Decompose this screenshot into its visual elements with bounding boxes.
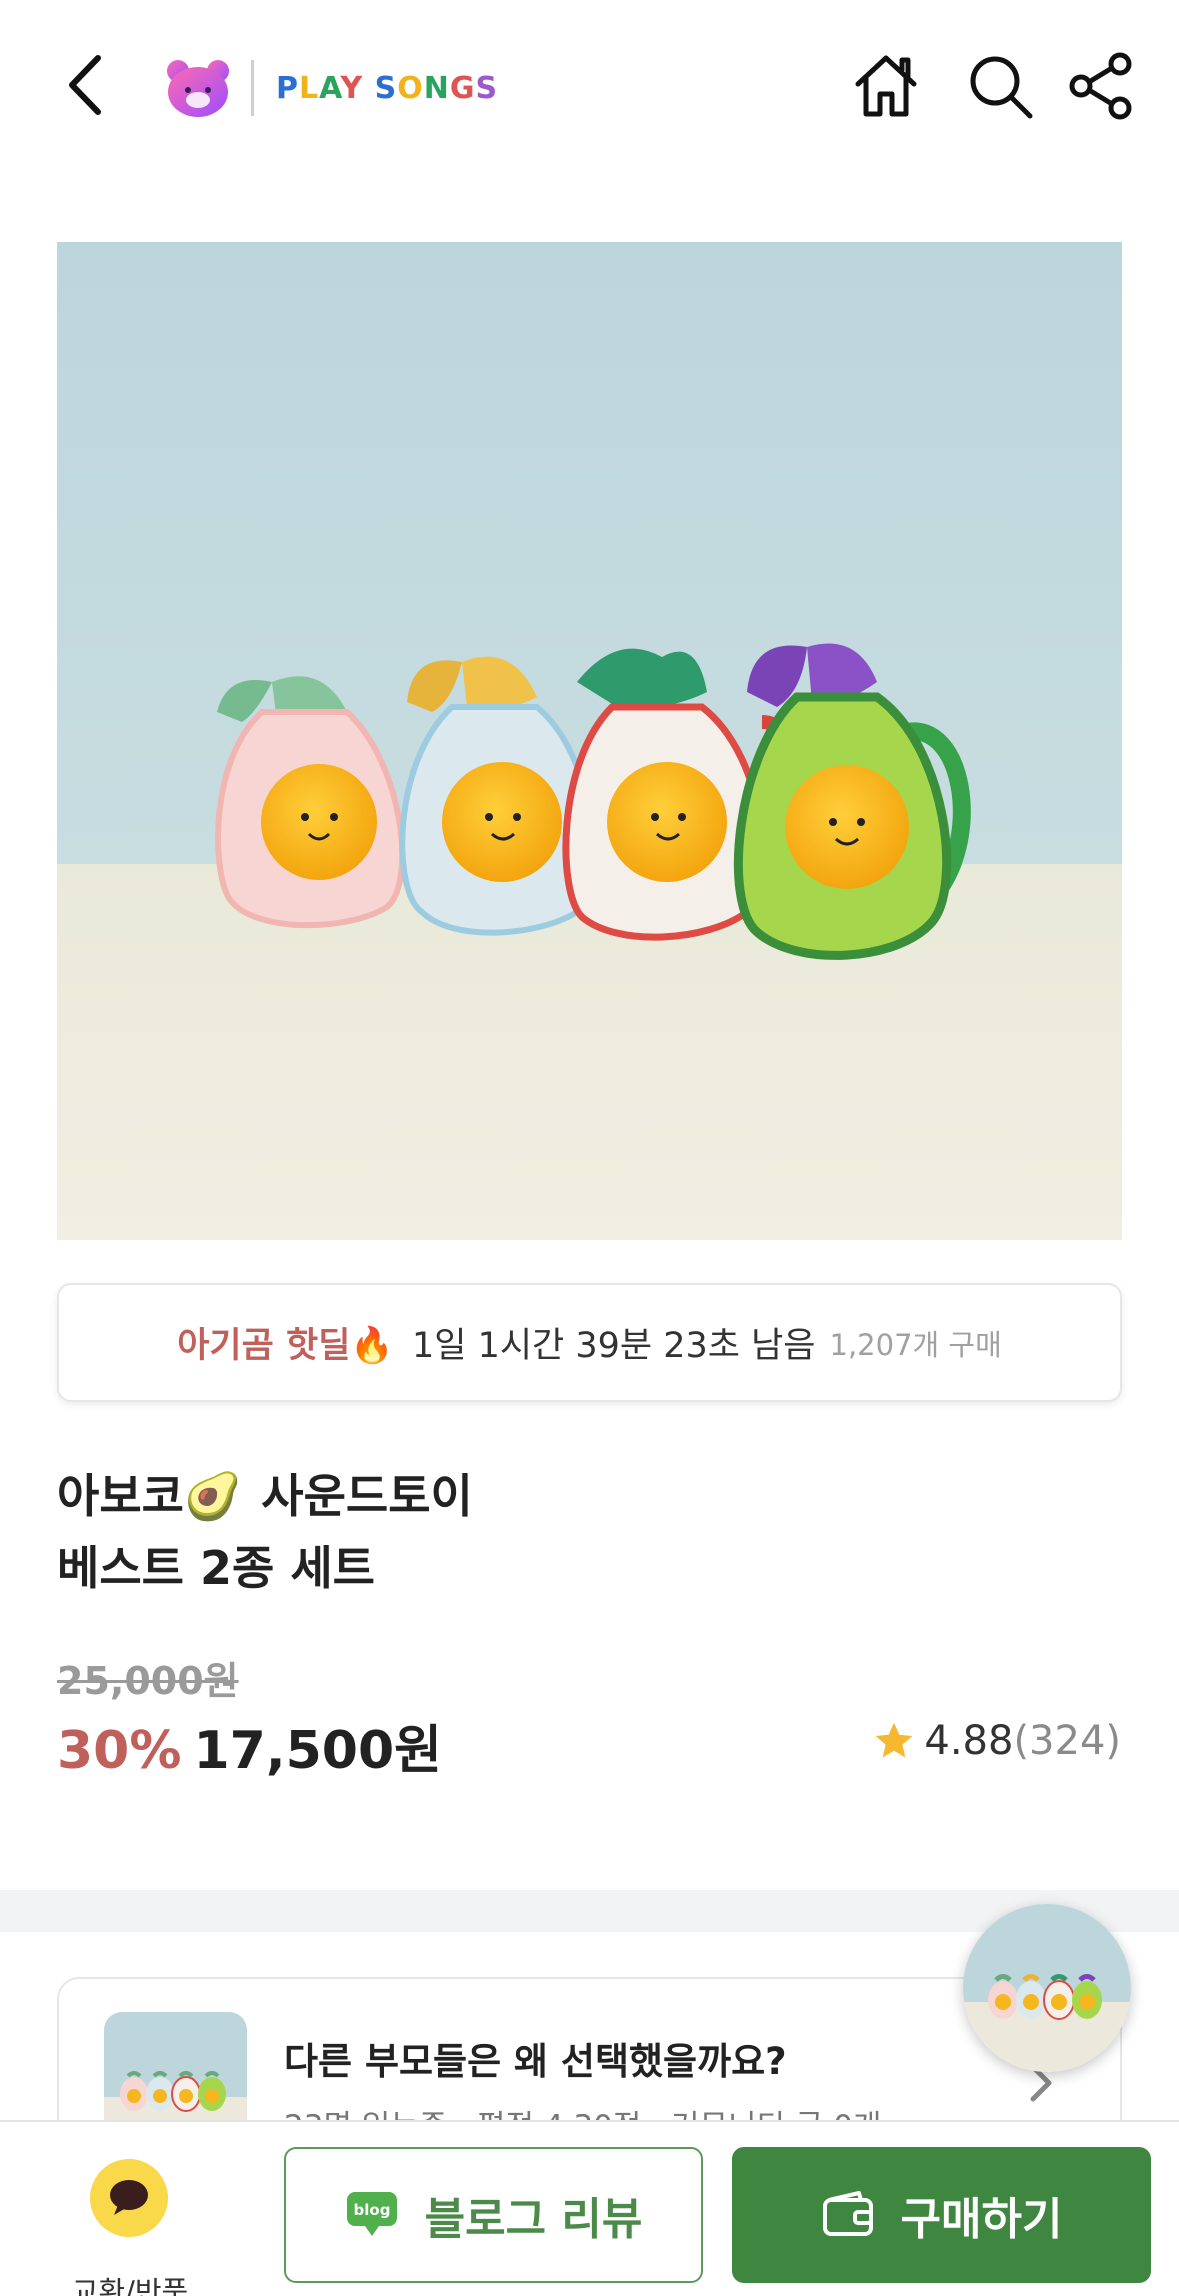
exchange-return-label: 교환/반품 xyxy=(71,2275,189,2296)
sale-price: 17,500원 xyxy=(193,1721,442,1781)
floating-product-thumbnail[interactable] xyxy=(963,1904,1131,2072)
product-title: 아보코🥑 사운드토이 베스트 2종 세트 xyxy=(57,1460,473,1604)
home-icon[interactable] xyxy=(848,48,924,124)
hot-deal-banner[interactable]: 아기곰 핫딜🔥 1일 1시간 39분 23초 남음 1,207개 구매 xyxy=(57,1283,1122,1402)
bear-logo-icon xyxy=(167,60,229,117)
product-title-subtitle: 베스트 2종 세트 xyxy=(57,1541,375,1595)
rating-score: 4.88 xyxy=(924,1718,1014,1764)
blog-review-label: 블로그 리뷰 xyxy=(424,2194,643,2245)
original-price: 25,000원 xyxy=(57,1659,239,1703)
logo-divider xyxy=(251,60,254,116)
star-icon xyxy=(876,1722,913,1758)
brand-logo[interactable]: PLAY SONGS xyxy=(165,55,498,121)
discount-rate: 30% xyxy=(57,1721,182,1781)
product-title-brand: 아보코🥑 xyxy=(57,1469,242,1523)
bottom-action-bar: 교환/반품 blog 블로그 리뷰 구매하기 xyxy=(0,2120,1179,2296)
share-icon[interactable] xyxy=(1063,48,1139,124)
buy-button[interactable]: 구매하기 xyxy=(732,2147,1151,2283)
brand-name: PLAY SONGS xyxy=(276,70,499,106)
buy-label: 구매하기 xyxy=(900,2194,1063,2245)
kakao-chat-icon xyxy=(90,2159,168,2237)
hot-deal-label: 아기곰 핫딜🔥 xyxy=(177,1326,394,1366)
exchange-return-button[interactable]: 교환/반품 xyxy=(55,2149,205,2296)
search-icon[interactable] xyxy=(962,48,1038,124)
rating-summary[interactable]: 4.88 (324) xyxy=(872,1718,1121,1764)
top-header: PLAY SONGS xyxy=(0,0,1179,175)
deal-countdown: 1일 1시간 39분 23초 남음 xyxy=(411,1326,816,1366)
blog-badge-text: blog xyxy=(353,2201,390,2219)
purchase-count: 1,207개 구매 xyxy=(829,1327,1002,1362)
blog-badge-icon: blog xyxy=(346,2192,397,2236)
back-arrow-icon[interactable] xyxy=(60,50,112,120)
product-hero-image[interactable] xyxy=(57,242,1122,1240)
price-row: 30% 17,500원 xyxy=(57,1708,442,1783)
product-title-name: 사운드토이 xyxy=(261,1469,473,1523)
blog-review-button[interactable]: blog 블로그 리뷰 xyxy=(284,2147,703,2283)
rating-count: (324) xyxy=(1013,1718,1121,1764)
review-card-question: 다른 부모들은 왜 선택했을까요? xyxy=(284,2040,787,2083)
wallet-icon xyxy=(822,2191,873,2236)
